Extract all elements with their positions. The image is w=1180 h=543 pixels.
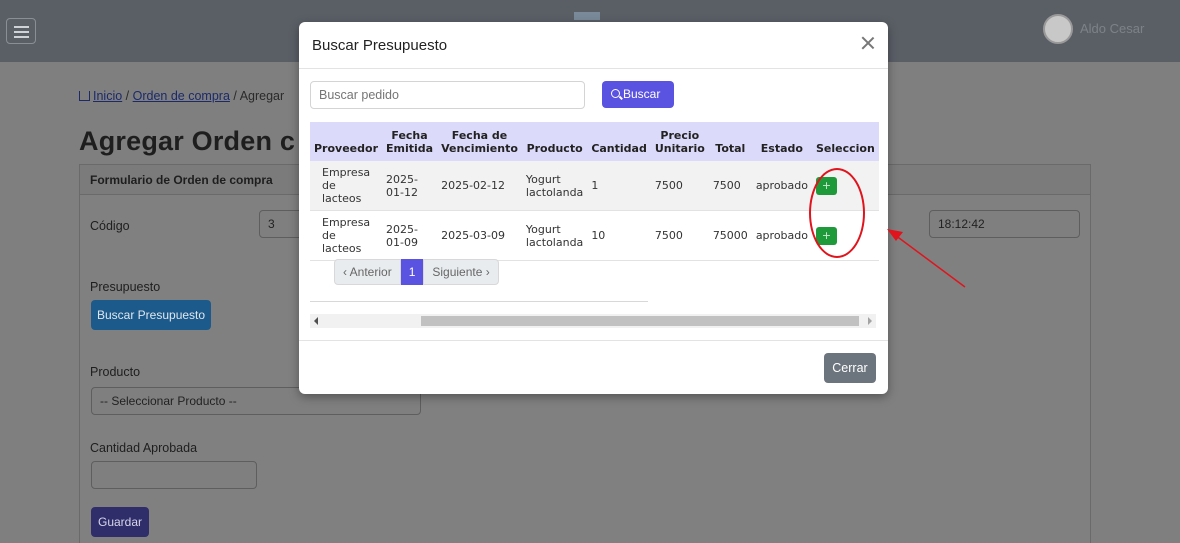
- annotation-arrow-icon: [887, 229, 966, 288]
